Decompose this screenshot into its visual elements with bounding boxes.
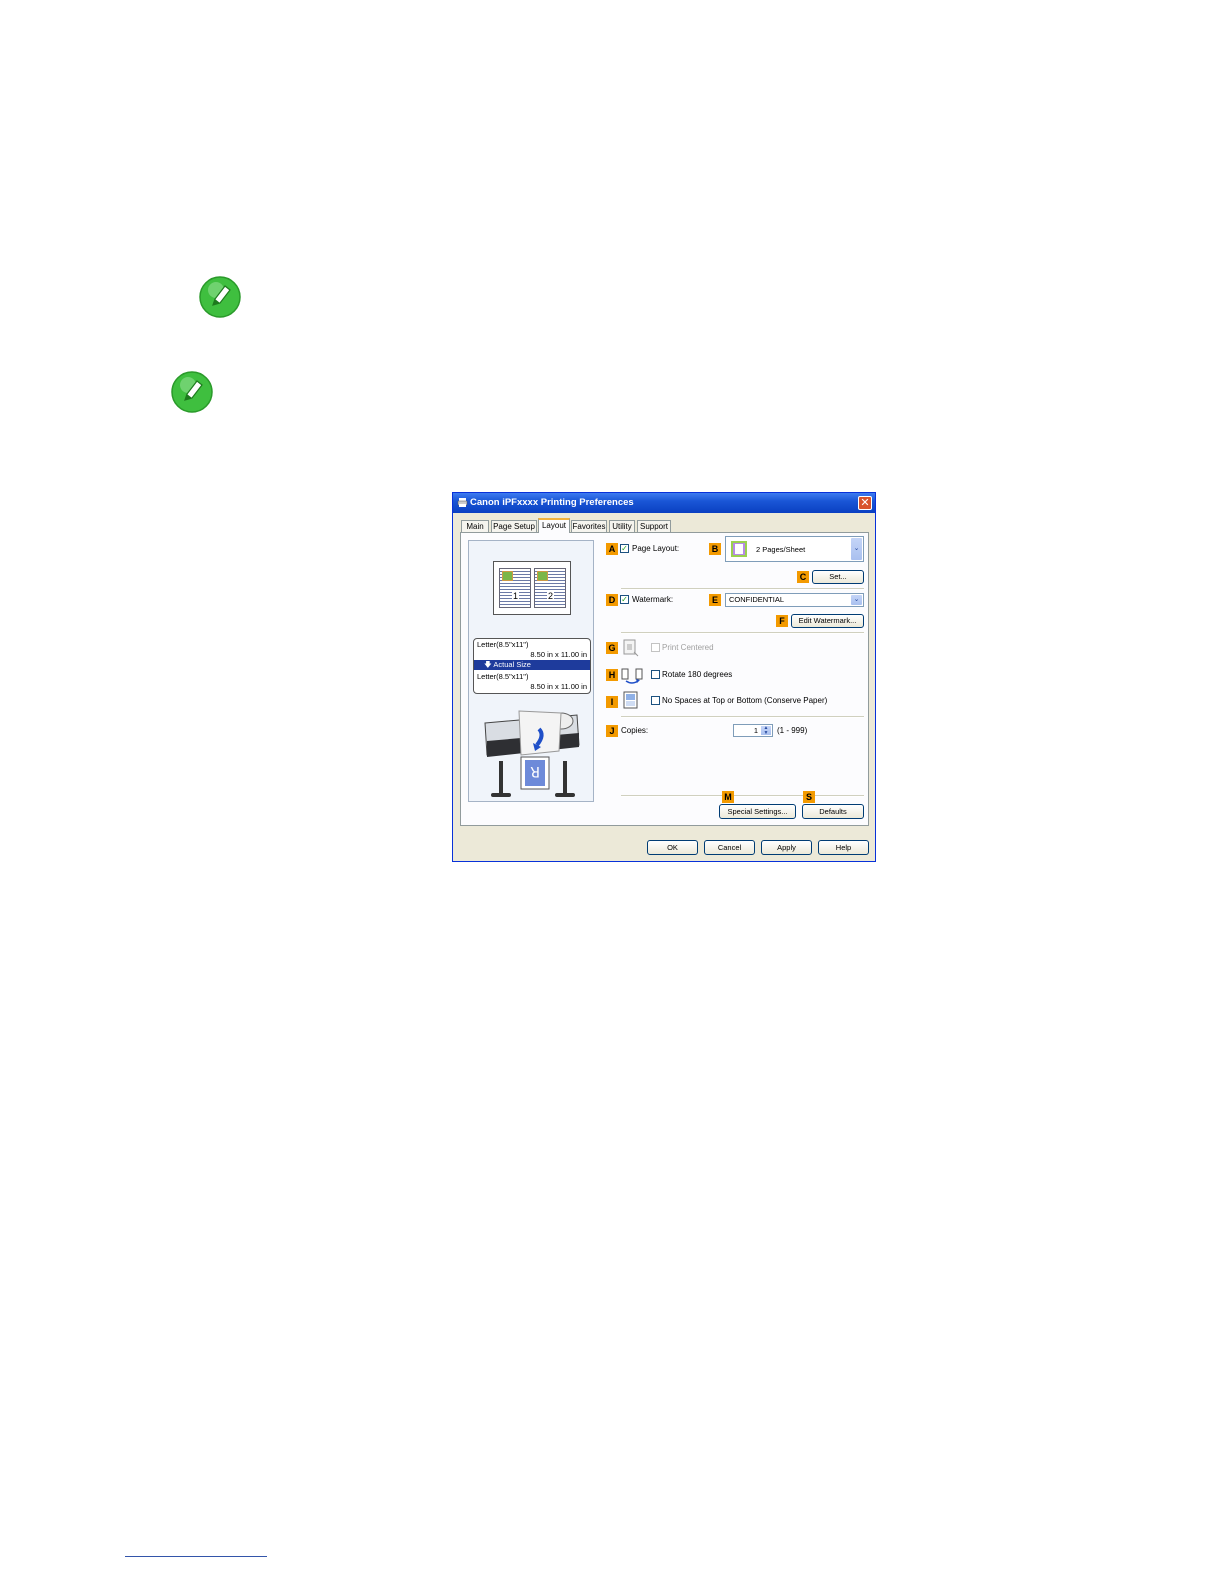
callout-e: E xyxy=(709,594,721,606)
image-icon xyxy=(502,571,513,581)
close-button[interactable]: ✕ xyxy=(858,496,872,510)
layout-preview: 1 2 Letter(8.5"x11") 8.50 in x 11.00 in … xyxy=(468,540,594,802)
tab-page-setup[interactable]: Page Setup xyxy=(491,520,537,532)
help-button[interactable]: Help xyxy=(818,840,869,855)
callout-f: F xyxy=(776,615,788,627)
edit-watermark-button[interactable]: Edit Watermark... xyxy=(791,614,864,628)
large-format-printer-icon: R xyxy=(484,710,580,797)
callout-m: M xyxy=(722,791,734,803)
tab-main[interactable]: Main xyxy=(461,520,489,532)
apply-button[interactable]: Apply xyxy=(761,840,812,855)
watermark-select[interactable]: CONFIDENTIAL ⌄ xyxy=(725,593,864,607)
callout-h: H xyxy=(606,669,618,681)
no-spaces-label: No Spaces at Top or Bottom (Conserve Pap… xyxy=(662,696,828,705)
page-layout-checkbox[interactable]: ✓ xyxy=(620,544,629,553)
special-settings-button[interactable]: Special Settings... xyxy=(719,804,796,819)
scaling-mode-label: Actual Size xyxy=(493,660,531,669)
image-icon xyxy=(537,571,548,581)
title-bar: Canon iPFxxxx Printing Preferences ✕ xyxy=(453,493,875,513)
copies-stepper[interactable]: 1 ▲ ▼ xyxy=(733,724,773,737)
size-info-box: Letter(8.5"x11") 8.50 in x 11.00 in 🡇 Ac… xyxy=(473,638,591,694)
ok-button[interactable]: OK xyxy=(647,840,698,855)
pages-per-sheet-select[interactable]: 2 Pages/Sheet ⌄ xyxy=(725,536,864,562)
callout-s: S xyxy=(803,791,815,803)
spin-arrows-icon[interactable]: ▲ ▼ xyxy=(761,726,771,736)
callout-c: C xyxy=(797,571,809,583)
close-icon: ✕ xyxy=(860,497,870,509)
print-centered-checkbox[interactable] xyxy=(651,643,660,652)
callout-b: B xyxy=(709,543,721,555)
print-centered-icon xyxy=(623,639,639,657)
sheet-preview: 1 2 xyxy=(493,561,571,615)
rotate-icon xyxy=(621,668,643,684)
printer-icon xyxy=(457,498,468,507)
note-pencil-icon xyxy=(199,276,241,318)
rotate-180-label: Rotate 180 degrees xyxy=(662,670,733,679)
callout-a: A xyxy=(606,543,618,555)
page-number: 2 xyxy=(547,591,555,601)
svg-text:R: R xyxy=(530,763,540,779)
divider xyxy=(621,588,864,590)
tab-favorites[interactable]: Favorites xyxy=(571,520,607,532)
divider xyxy=(621,632,864,634)
watermark-checkbox[interactable]: ✓ xyxy=(620,595,629,604)
bottom-link-underline[interactable] xyxy=(125,1556,267,1557)
pages-per-sheet-icon xyxy=(731,541,747,557)
source-dims: 8.50 in x 11.00 in xyxy=(530,650,587,659)
callout-j: J xyxy=(606,725,618,737)
no-spaces-checkbox[interactable] xyxy=(651,696,660,705)
tab-utility[interactable]: Utility xyxy=(609,520,635,532)
pages-per-sheet-value: 2 Pages/Sheet xyxy=(756,545,806,554)
rotate-180-checkbox[interactable] xyxy=(651,670,660,679)
chevron-down-icon[interactable]: ⌄ xyxy=(851,595,862,605)
page-thumbnail: 1 xyxy=(499,568,531,608)
divider xyxy=(621,795,864,797)
page-number: 1 xyxy=(512,591,520,601)
page-layout-label: Page Layout: xyxy=(632,544,680,553)
set-button[interactable]: Set... xyxy=(812,570,864,584)
output-dims: 8.50 in x 11.00 in xyxy=(530,682,587,691)
print-centered-label: Print Centered xyxy=(662,643,714,652)
callout-g: G xyxy=(606,642,618,654)
dialog-title: Canon iPFxxxx Printing Preferences xyxy=(470,497,634,508)
source-size: Letter(8.5"x11") xyxy=(477,640,529,649)
printing-preferences-dialog: Canon iPFxxxx Printing Preferences ✕ Mai… xyxy=(452,492,876,862)
page-thumbnail: 2 xyxy=(534,568,566,608)
watermark-label: Watermark: xyxy=(632,595,674,604)
chevron-down-icon[interactable]: ⌄ xyxy=(851,538,862,560)
defaults-button[interactable]: Defaults xyxy=(802,804,864,819)
scaling-mode: 🡇 Actual Size xyxy=(474,660,590,670)
callout-i: I xyxy=(606,696,618,708)
watermark-value: CONFIDENTIAL xyxy=(729,595,785,604)
copies-range: (1 - 999) xyxy=(777,726,808,735)
cancel-button[interactable]: Cancel xyxy=(704,840,755,855)
output-size: Letter(8.5"x11") xyxy=(477,672,529,681)
copies-value: 1 xyxy=(753,726,758,735)
no-spaces-icon xyxy=(623,691,638,709)
callout-d: D xyxy=(606,594,618,606)
arrow-down-icon: 🡇 xyxy=(484,660,494,669)
divider xyxy=(621,716,864,718)
tab-layout[interactable]: Layout xyxy=(538,518,570,533)
tab-support[interactable]: Support xyxy=(637,520,671,532)
copies-label: Copies: xyxy=(621,726,649,735)
note-pencil-icon xyxy=(171,371,213,413)
layout-panel: 1 2 Letter(8.5"x11") 8.50 in x 11.00 in … xyxy=(460,532,869,826)
